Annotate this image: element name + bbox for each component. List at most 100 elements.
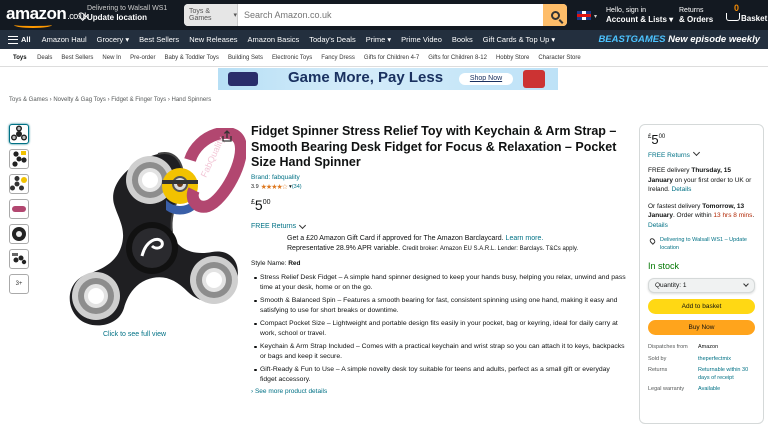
top-header: amazon.co.uk Delivering to Walsall WS1 U… <box>0 0 768 30</box>
style-value: Red <box>288 259 301 267</box>
thumbnail-5[interactable] <box>9 224 29 244</box>
beast-games-promo[interactable]: BEASTGAMES New episode weekly <box>598 34 760 45</box>
price-whole: 5 <box>254 196 263 213</box>
cc-offer-text: Get a £20 Amazon Gift Card if approved f… <box>287 234 504 242</box>
nav-item-label: Prime <box>365 35 386 44</box>
subnav-gifts-4-7[interactable]: Gifts for Children 4-7 <box>359 55 423 61</box>
nav-item-amazon-basics[interactable]: Amazon Basics <box>243 35 305 44</box>
delivery-location-link[interactable]: Delivering to Walsall WS1 – Update locat… <box>648 236 755 252</box>
subnav-gifts-8-12[interactable]: Gifts for Children 8-12 <box>424 55 492 61</box>
period: . <box>752 212 755 219</box>
delivery-details-link[interactable]: Details <box>672 186 692 193</box>
shop-now-button[interactable]: Shop Now <box>459 73 513 85</box>
promo-text: New episode weekly <box>668 34 760 45</box>
all-menu-button[interactable]: All <box>0 35 37 44</box>
basket-button[interactable]: 0 Basket <box>722 3 768 27</box>
cc-learn-more-link[interactable]: Learn more. <box>506 235 544 242</box>
basket-label: Basket <box>741 14 768 23</box>
nav-item-books[interactable]: Books <box>447 35 478 44</box>
nav-item-todays-deals[interactable]: Today's Deals <box>304 35 360 44</box>
more-images-button[interactable]: 3+ <box>9 274 29 294</box>
game-more-banner[interactable]: Game More, Pay Less Shop Now <box>218 68 558 90</box>
delivery-location[interactable]: Delivering to Walsall WS1 Update locatio… <box>77 4 167 22</box>
nav-item-prime-video[interactable]: Prime Video <box>396 35 447 44</box>
account-greeting: Hello, sign in <box>606 7 647 14</box>
rating-count: (34) <box>291 183 302 190</box>
see-more-details-link[interactable]: › See more product details <box>251 388 626 395</box>
nav-item-new-releases[interactable]: New Releases <box>184 35 242 44</box>
chevron-down-icon <box>692 148 700 157</box>
nav-item-grocery[interactable]: Grocery ▾ <box>92 35 135 44</box>
list-item: Stress Relief Desk Fidget – A simple han… <box>254 273 626 291</box>
thumbnail-3[interactable] <box>9 174 29 194</box>
style-name: Style Name: Red <box>251 260 626 267</box>
nav-item-label: Grocery <box>96 35 124 44</box>
subnav-character-store[interactable]: Character Store <box>534 55 585 61</box>
amazon-logo[interactable]: amazon.co.uk <box>6 4 89 28</box>
breadcrumb[interactable]: Toys & Games › Novelty & Gag Toys › Fidg… <box>9 97 211 103</box>
thumbnail-1[interactable] <box>9 124 29 144</box>
subnav-toys[interactable]: Toys <box>0 55 33 61</box>
subnav-best-sellers[interactable]: Best Sellers <box>57 55 98 61</box>
uk-flag-icon[interactable] <box>577 11 591 20</box>
subnav-deals[interactable]: Deals <box>33 55 57 61</box>
subnav-electronic-toys[interactable]: Electronic Toys <box>267 55 316 61</box>
list-item: Smooth & Balanced Spin – Features a smoo… <box>254 296 626 316</box>
nav-item-gift-cards[interactable]: Gift Cards & Top Up ▾ <box>478 35 560 44</box>
share-icon[interactable] <box>221 130 233 142</box>
add-to-basket-button[interactable]: Add to basket <box>648 299 755 314</box>
account-menu[interactable]: Hello, sign in Account & Lists ▾ <box>606 6 673 24</box>
thumbnail-6[interactable] <box>9 249 29 269</box>
subnav-building-sets[interactable]: Building Sets <box>223 55 267 61</box>
free-returns-link[interactable]: FREE Returns <box>251 221 626 230</box>
rating-value: 3.9 <box>251 183 259 190</box>
main-product-image[interactable]: FabQuality <box>34 127 247 328</box>
returns-orders[interactable]: Returns & Orders <box>679 6 713 24</box>
feature-bullets: Stress Relief Desk Fidget – A simple han… <box>251 273 626 385</box>
banner-headline: Game More, Pay Less <box>288 69 444 86</box>
nav-item-amazon-haul[interactable]: Amazon Haul <box>37 35 92 44</box>
free-delivery-info: FREE delivery Thursday, 15 January on yo… <box>648 166 755 195</box>
buybox-price: £ 5 00 <box>648 132 755 147</box>
buy-now-button[interactable]: Buy Now <box>648 320 755 335</box>
search-button[interactable] <box>543 4 567 26</box>
console-image <box>523 70 545 88</box>
subnav-fancy-dress[interactable]: Fancy Dress <box>317 55 360 61</box>
logo-text: amazon <box>6 4 67 23</box>
subnav-pre-order[interactable]: Pre-order <box>126 55 160 61</box>
thumbnail-2[interactable] <box>9 149 29 169</box>
thumbnail-4[interactable] <box>9 199 29 219</box>
orders-label: & Orders <box>679 15 714 24</box>
product-title: Fidget Spinner Stress Relief Toy with Ke… <box>251 124 617 169</box>
countdown-time: 13 hrs 8 mins <box>713 212 753 219</box>
list-item: Compact Pocket Size – Lightweight and po… <box>254 319 626 339</box>
spinner-thumb-image <box>12 253 27 265</box>
nav-item-prime[interactable]: Prime ▾ <box>361 35 396 44</box>
buybox-free-returns-link[interactable]: FREE Returns <box>648 148 755 159</box>
location-pin-icon <box>648 237 657 245</box>
fastest-details-link[interactable]: Details <box>648 222 668 229</box>
subnav-hobby-store[interactable]: Hobby Store <box>491 55 533 61</box>
image-thumbnails: 3+ <box>9 124 29 299</box>
seller-link[interactable]: theperfectmix <box>698 356 755 368</box>
search-category-select[interactable]: Toys & Games ▾ <box>184 4 238 26</box>
rating-summary[interactable]: 3.9 ★★★★☆ ▾ (34) <box>251 183 626 191</box>
brand-link[interactable]: Brand: fabquality <box>251 174 626 181</box>
basket-icon <box>726 13 740 21</box>
star-rating-icon: ★★★★☆ <box>260 183 288 191</box>
language-caret-icon[interactable]: ▾ <box>594 13 597 20</box>
spinner-thumb-image <box>12 227 26 241</box>
warranty-link[interactable]: Available <box>698 386 755 398</box>
returns-policy-link[interactable]: Returnable within 30 days of receipt <box>698 367 755 386</box>
hamburger-icon <box>8 35 18 44</box>
subnav-baby-toddler[interactable]: Baby & Toddler Toys <box>160 55 223 61</box>
row-key: Dispatches from <box>648 344 688 350</box>
chevron-down-icon <box>299 221 307 229</box>
quantity-select[interactable]: Quantity: 1 <box>648 278 755 293</box>
search-input[interactable] <box>238 4 543 26</box>
nav-item-best-sellers[interactable]: Best Sellers <box>134 35 184 44</box>
see-full-view-link[interactable]: Click to see full view <box>103 331 166 338</box>
subnav-new-in[interactable]: New In <box>98 55 126 61</box>
search-icon <box>550 10 560 20</box>
free-returns-label: FREE Returns <box>648 152 690 159</box>
